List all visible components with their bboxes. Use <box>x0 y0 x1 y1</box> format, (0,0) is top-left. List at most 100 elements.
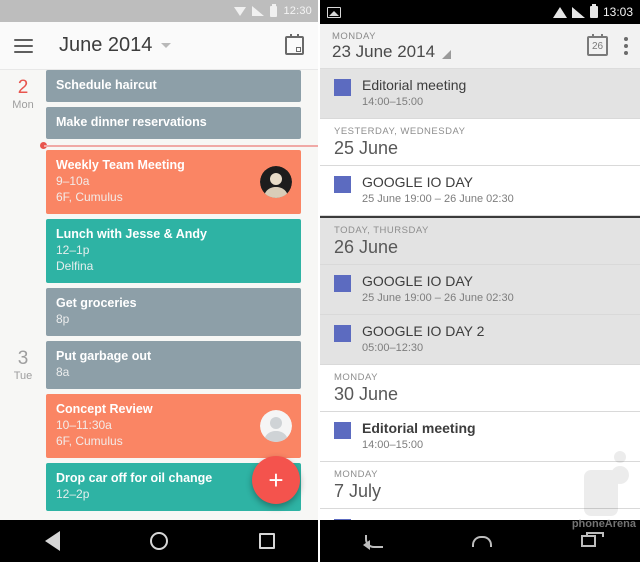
event-time: 8p <box>56 311 291 327</box>
agenda-row[interactable]: GOOGLE IO DAY25 June 19:00 – 26 June 02:… <box>320 166 640 215</box>
event-time: 8a <box>56 364 291 380</box>
screenshot-stage: 12:30 June 2014 2Mon Schedule haircut Make… <box>0 0 640 562</box>
today-number: 26 <box>592 41 603 52</box>
event-card[interactable]: Concept Review10–11:30a6F, Cumulus <box>46 394 301 458</box>
agenda-row[interactable]: GOOGLE IO DAY 205:00–12:30 <box>320 315 640 364</box>
day-number: 2 <box>0 78 46 98</box>
event-card[interactable]: Put garbage out8a <box>46 341 301 389</box>
status-clock: 13:03 <box>603 5 633 19</box>
chevron-down-icon[interactable] <box>161 43 171 48</box>
agenda-row[interactable]: Editorial meeting14:00–15:00 <box>320 69 640 118</box>
image-icon <box>327 7 341 18</box>
calendar-color-chip <box>334 79 351 96</box>
dropdown-triangle-icon <box>234 7 246 16</box>
section-header: MONDAY30 June <box>320 365 640 411</box>
day-gutter: 2Mon <box>0 70 46 111</box>
agenda-section: TODAY, THURSDAY26 JuneGOOGLE IO DAY25 Ju… <box>320 218 640 365</box>
agenda-section: Editorial meeting14:00–15:00 <box>320 69 640 119</box>
back-arrow-icon[interactable] <box>365 535 383 548</box>
signal-icon <box>572 7 585 18</box>
day-gutter: 3Tue <box>0 341 46 382</box>
right-agenda-list[interactable]: Editorial meeting14:00–15:00YESTERDAY, W… <box>320 69 640 520</box>
section-weekday: YESTERDAY, WEDNESDAY <box>334 126 640 137</box>
event-location: 6F, Cumulus <box>56 433 291 449</box>
event-card[interactable]: Get groceries8p <box>46 288 301 336</box>
recents-square-icon[interactable] <box>259 533 275 549</box>
overflow-menu-icon[interactable] <box>624 37 628 55</box>
event-time: 9–10a <box>56 173 291 189</box>
event-card[interactable]: Make dinner reservations <box>46 107 301 139</box>
back-triangle-icon[interactable] <box>45 531 60 551</box>
agenda-event-time: 25 June 19:00 – 26 June 02:30 <box>362 192 640 207</box>
day-weekday: Mon <box>0 99 46 111</box>
battery-icon <box>270 6 277 17</box>
agenda-event-title: Editorial meeting <box>362 420 640 437</box>
hamburger-icon[interactable] <box>14 39 33 53</box>
home-circle-icon[interactable] <box>150 532 168 550</box>
wifi-icon <box>553 7 567 18</box>
event-title: Put garbage out <box>56 349 291 364</box>
plus-icon: + <box>268 467 283 493</box>
event-card[interactable]: Lunch with Jesse & Andy12–1pDelfina <box>46 219 301 283</box>
event-location: 6F, Cumulus <box>56 189 291 205</box>
agenda-event-time: 25 June 19:00 – 26 June 02:30 <box>362 291 640 306</box>
calendar-color-chip <box>334 325 351 342</box>
day-group: 2Mon Schedule haircut Make dinner reservat… <box>0 70 318 341</box>
toolbar-date-group[interactable]: MONDAY 23 June 2014 <box>332 31 587 62</box>
avatar <box>260 166 292 198</box>
phonearena-watermark <box>580 448 634 518</box>
add-event-fab[interactable]: + <box>252 456 300 504</box>
day-number: 3 <box>0 349 46 369</box>
agenda-event-title: Editorial meeting <box>362 77 640 94</box>
agenda-section: YESTERDAY, WEDNESDAY25 JuneGOOGLE IO DAY… <box>320 119 640 216</box>
event-card[interactable]: Schedule haircut <box>46 70 301 102</box>
left-nav-bar <box>0 520 320 562</box>
section-header: YESTERDAY, WEDNESDAY25 June <box>320 119 640 165</box>
event-card[interactable]: Weekly Team Meeting9–10a6F, Cumulus <box>46 150 301 214</box>
home-icon[interactable] <box>472 536 492 547</box>
section-date: 26 June <box>334 236 640 258</box>
agenda-event-title: GOOGLE IO DAY <box>362 174 640 191</box>
watermark-text: phoneArena <box>572 518 636 530</box>
event-title: Schedule haircut <box>56 78 291 93</box>
event-time: 10–11:30a <box>56 417 291 433</box>
calendar-color-chip <box>334 422 351 439</box>
day-weekday: Tue <box>0 370 46 382</box>
calendar-color-chip <box>334 176 351 193</box>
calendar-icon[interactable] <box>285 36 304 55</box>
event-title: Concept Review <box>56 402 291 417</box>
left-agenda-list[interactable]: 2Mon Schedule haircut Make dinner reservat… <box>0 70 318 520</box>
right-status-bar: 13:03 <box>320 0 640 24</box>
section-header: TODAY, THURSDAY26 June <box>320 218 640 264</box>
page-title[interactable]: June 2014 <box>59 34 152 57</box>
event-time: 12–1p <box>56 242 291 258</box>
event-location: Delfina <box>56 258 291 274</box>
calendar-color-chip <box>334 275 351 292</box>
calendar-26-icon[interactable]: 26 <box>587 36 608 56</box>
toolbar-date: 23 June 2014 <box>332 42 435 62</box>
toolbar-date-row: 23 June 2014 <box>332 42 587 62</box>
dropdown-triangle-icon[interactable] <box>442 50 451 59</box>
right-nav-bar: phoneArena <box>320 520 640 562</box>
right-phone-panel: 13:03 MONDAY 23 June 2014 26 Editorial m… <box>320 0 640 562</box>
status-clock: 12:30 <box>283 5 312 17</box>
battery-icon <box>590 6 598 18</box>
event-title: Lunch with Jesse & Andy <box>56 227 291 242</box>
event-title: Weekly Team Meeting <box>56 158 291 173</box>
agenda-event-time: 14:00–15:00 <box>362 95 640 110</box>
section-date: 30 June <box>334 383 640 405</box>
day-events: Schedule haircut Make dinner reservations… <box>46 70 318 341</box>
section-date: 25 June <box>334 137 640 159</box>
event-title: Make dinner reservations <box>56 115 291 130</box>
signal-icon <box>252 6 264 16</box>
agenda-event-title: GOOGLE IO DAY 2 <box>362 323 640 340</box>
current-time-indicator <box>0 144 318 147</box>
avatar <box>260 410 292 442</box>
toolbar-weekday: MONDAY <box>332 31 587 42</box>
event-title: Get groceries <box>56 296 291 311</box>
left-status-bar: 12:30 <box>0 0 318 22</box>
section-weekday: MONDAY <box>334 372 640 383</box>
recents-icon[interactable] <box>581 535 596 547</box>
left-toolbar: June 2014 <box>0 22 318 70</box>
agenda-row[interactable]: GOOGLE IO DAY25 June 19:00 – 26 June 02:… <box>320 265 640 314</box>
